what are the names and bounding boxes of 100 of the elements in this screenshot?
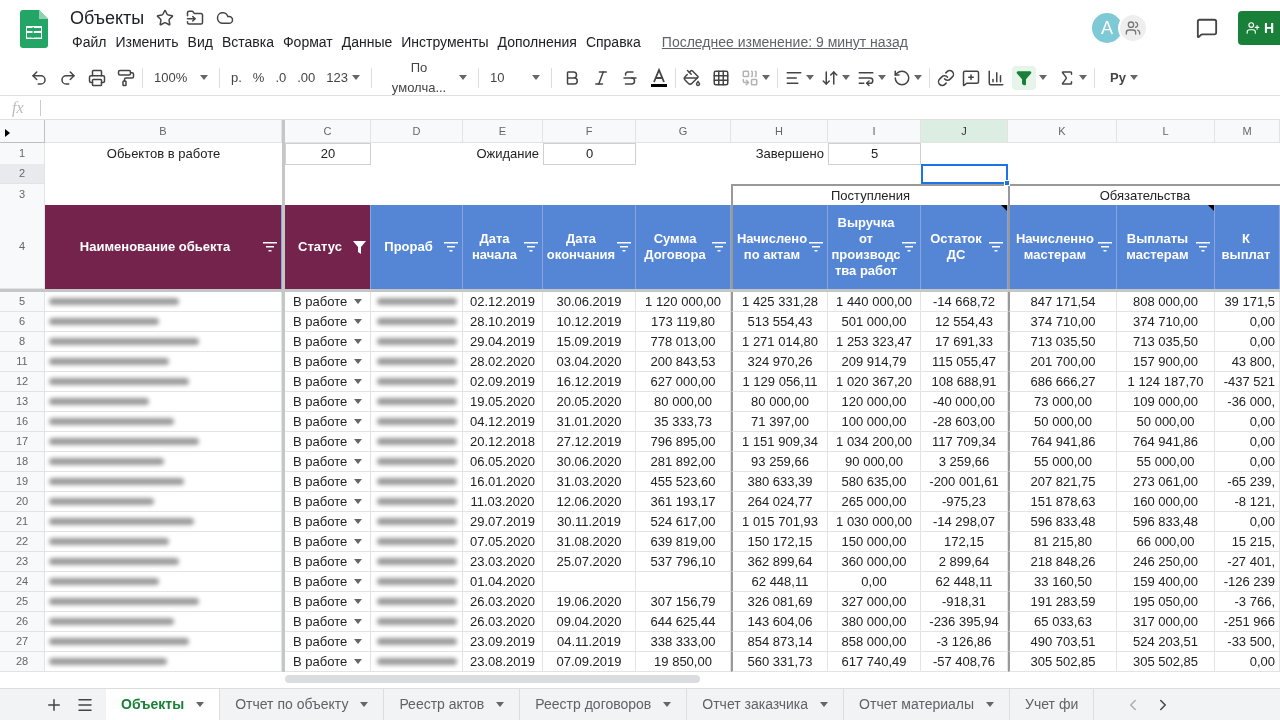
vertical-align-icon[interactable]	[821, 68, 840, 87]
fill-color-icon[interactable]	[683, 68, 702, 87]
status-dropdown[interactable]: В работе	[285, 532, 371, 552]
more-formats-dropdown[interactable]: 123	[322, 63, 365, 92]
row-number[interactable]: 18	[0, 452, 45, 472]
row-number[interactable]: 27	[0, 632, 45, 652]
select-all-icon[interactable]	[5, 129, 10, 137]
status-dropdown[interactable]: В работе	[285, 592, 371, 612]
status-dropdown[interactable]: В работе	[285, 292, 371, 312]
status-dropdown[interactable]: В работе	[285, 492, 371, 512]
increase-decimals-button[interactable]: .00	[293, 63, 320, 92]
folder-icon[interactable]	[186, 9, 205, 27]
row-number[interactable]: 2	[0, 164, 45, 184]
summary-value[interactable]: 5	[829, 144, 920, 164]
column-header[interactable]: M	[1215, 120, 1280, 143]
link-icon[interactable]	[937, 68, 956, 87]
currency-button[interactable]: р.	[227, 63, 246, 92]
menu-item[interactable]: Файл	[68, 32, 111, 53]
paint-format-icon[interactable]	[117, 68, 135, 87]
status-dropdown[interactable]: В работе	[285, 572, 371, 592]
menu-item[interactable]: Инструменты	[397, 32, 493, 53]
undo-icon[interactable]	[30, 68, 48, 87]
row-number[interactable]: 1	[0, 143, 45, 165]
status-dropdown[interactable]: В работе	[285, 432, 371, 452]
selected-cell[interactable]	[921, 164, 1008, 184]
column-header[interactable]: B	[45, 120, 282, 143]
row-number[interactable]: 21	[0, 512, 45, 532]
borders-icon[interactable]	[712, 68, 731, 87]
status-dropdown[interactable]: В работе	[285, 612, 371, 632]
row-number[interactable]: 16	[0, 412, 45, 432]
row-number[interactable]: 23	[0, 552, 45, 572]
star-icon[interactable]	[156, 9, 175, 27]
status-dropdown[interactable]: В работе	[285, 452, 371, 472]
decrease-decimals-button[interactable]: .0	[271, 63, 291, 92]
status-dropdown[interactable]: В работе	[285, 332, 371, 352]
sheet-tab[interactable]: Отчет заказчика	[687, 689, 845, 720]
row-number[interactable]: 25	[0, 592, 45, 612]
status-dropdown[interactable]: В работе	[285, 552, 371, 572]
status-dropdown[interactable]: В работе	[285, 312, 371, 332]
row-number[interactable]: 3	[0, 184, 45, 206]
font-size-dropdown[interactable]: 10	[486, 63, 545, 92]
print-icon[interactable]	[88, 68, 106, 87]
sheet-tab[interactable]: Реестр договоров	[520, 689, 688, 720]
row-number[interactable]: 17	[0, 432, 45, 452]
row-number[interactable]: 13	[0, 392, 45, 412]
status-dropdown[interactable]: В работе	[285, 472, 371, 492]
row-number[interactable]: 20	[0, 492, 45, 512]
status-dropdown[interactable]: В работе	[285, 352, 371, 372]
redo-icon[interactable]	[59, 68, 77, 87]
filter-icon[interactable]	[263, 242, 277, 252]
rotate-icon[interactable]	[893, 68, 912, 87]
row-number[interactable]: 19	[0, 472, 45, 492]
row-number[interactable]: 24	[0, 572, 45, 592]
sheet-tab[interactable]: Учет фи	[1010, 689, 1095, 720]
column-header[interactable]: H	[731, 120, 828, 143]
status-dropdown[interactable]: В работе	[285, 632, 371, 652]
row-number[interactable]: 11	[0, 352, 45, 372]
column-header[interactable]: E	[463, 120, 543, 143]
column-header[interactable]: G	[636, 120, 731, 143]
document-title[interactable]: Объекты	[70, 4, 145, 32]
column-header[interactable]: K	[1008, 120, 1117, 143]
column-header[interactable]: F	[543, 120, 636, 143]
status-dropdown[interactable]: В работе	[285, 412, 371, 432]
status-dropdown[interactable]: В работе	[285, 372, 371, 392]
row-number[interactable]: 12	[0, 372, 45, 392]
percent-button[interactable]: %	[248, 63, 269, 92]
menu-item[interactable]: Вставка	[217, 32, 278, 53]
row-number[interactable]: 4	[0, 205, 45, 289]
status-dropdown[interactable]: В работе	[285, 512, 371, 532]
sheet-tab[interactable]: Реестр актов	[384, 689, 521, 720]
row-number[interactable]: 28	[0, 652, 45, 672]
sheet-tab[interactable]: Отчет материалы	[844, 689, 1011, 720]
sheets-logo[interactable]	[20, 10, 48, 48]
row-number[interactable]: 8	[0, 332, 45, 352]
filter-active-icon[interactable]	[353, 240, 366, 254]
share-button[interactable]: Н	[1238, 11, 1280, 45]
row-number[interactable]: 6	[0, 312, 45, 332]
last-edit-link[interactable]: Последнее изменение: 9 минут назад	[661, 32, 908, 53]
menu-item[interactable]: Изменить	[111, 32, 183, 53]
column-header[interactable]: D	[371, 120, 463, 143]
addon-button[interactable]: Pу	[1106, 63, 1142, 92]
add-comment-icon[interactable]	[962, 68, 981, 87]
menu-item[interactable]: Дополнения	[493, 32, 581, 53]
filter-button[interactable]	[1012, 65, 1037, 90]
comment-icon[interactable]	[1196, 17, 1218, 39]
chart-icon[interactable]	[987, 68, 1006, 87]
menu-item[interactable]: Справка	[581, 32, 645, 53]
cloud-icon[interactable]	[216, 9, 235, 27]
column-header[interactable]: L	[1117, 120, 1215, 143]
menu-item[interactable]: Данные	[337, 32, 397, 53]
column-header[interactable]: J	[921, 120, 1008, 143]
menu-item[interactable]: Вид	[183, 32, 217, 53]
summary-value[interactable]: 0	[544, 144, 635, 164]
row-number[interactable]: 26	[0, 612, 45, 632]
row-number[interactable]: 22	[0, 532, 45, 552]
summary-value[interactable]: 20	[286, 144, 370, 164]
menu-item[interactable]: Формат	[278, 32, 337, 53]
row-number[interactable]: 5	[0, 292, 45, 312]
sheet-tab[interactable]: Отчет по объекту	[220, 689, 385, 720]
sheet-tab[interactable]: Объекты	[106, 689, 221, 720]
